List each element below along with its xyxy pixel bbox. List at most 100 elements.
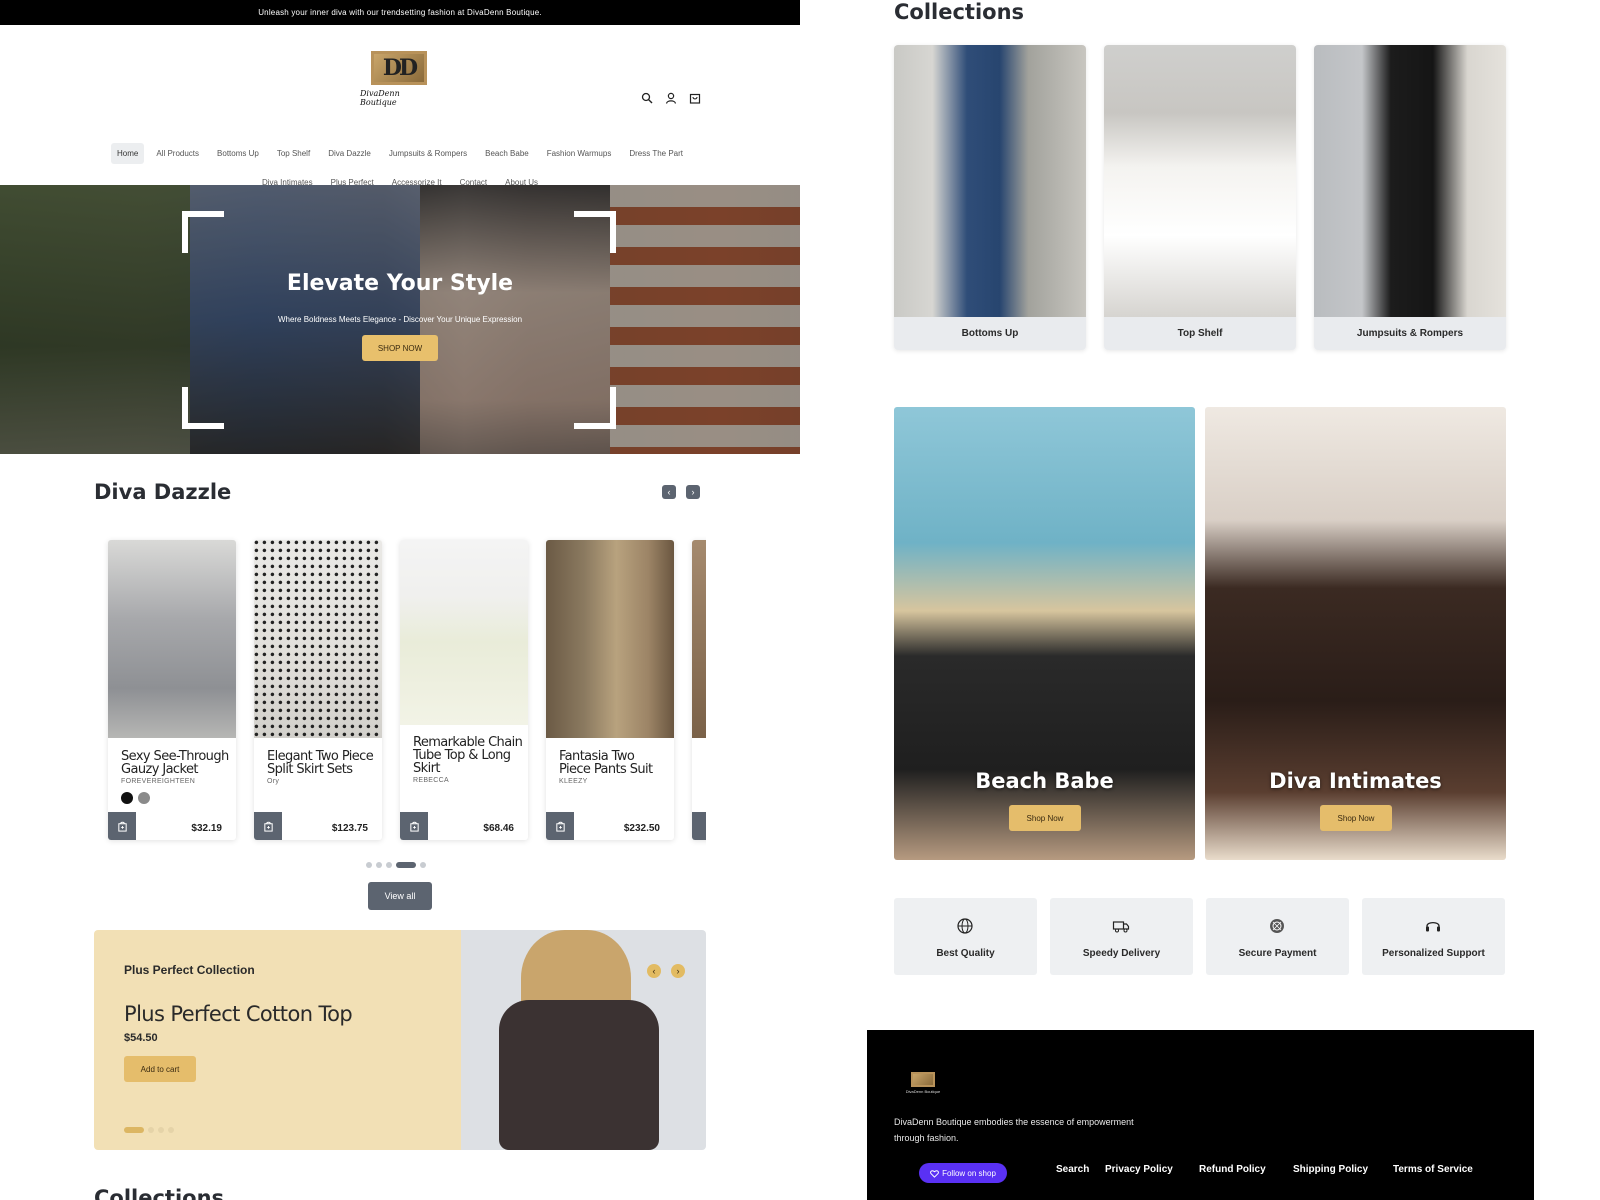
pagination-dot[interactable] xyxy=(386,862,392,868)
hero-frame-corner xyxy=(182,387,224,429)
footer-logo-text: DivaDenn Boutique xyxy=(905,1089,941,1094)
pagination-dot[interactable] xyxy=(366,862,372,868)
pagination-dot[interactable] xyxy=(376,862,382,868)
follow-on-shop-button[interactable]: Follow on shop xyxy=(919,1163,1007,1183)
hero-frame-corner xyxy=(574,211,616,253)
slide-next-button[interactable]: › xyxy=(671,964,685,978)
nav-beach-babe[interactable]: Beach Babe xyxy=(479,143,535,164)
nav-diva-dazzle[interactable]: Diva Dazzle xyxy=(322,143,377,164)
collection-label: Top Shelf xyxy=(1104,317,1296,350)
add-to-cart-button[interactable] xyxy=(254,812,282,840)
footer-link-search[interactable]: Search xyxy=(1056,1164,1105,1175)
carousel-prev-button[interactable]: ‹ xyxy=(662,485,676,499)
footer-link-privacy-policy[interactable]: Privacy Policy xyxy=(1105,1164,1199,1175)
product-name[interactable]: Remarkable Chain Tube Top & Long Skirt xyxy=(413,736,523,775)
pagination-dot-active[interactable] xyxy=(124,1127,144,1133)
add-to-cart-button[interactable] xyxy=(546,812,574,840)
collection-card-top-shelf[interactable]: Top Shelf xyxy=(1104,45,1296,350)
product-card[interactable]: Sexy See-Through Gauzy Jacket FOREVEREIG… xyxy=(108,540,236,840)
plus-perfect-eyebrow: Plus Perfect Collection xyxy=(124,963,255,977)
product-price: $123.75 xyxy=(331,823,368,834)
perk-speedy-delivery: Speedy Delivery xyxy=(1050,898,1193,975)
product-card[interactable]: Elegant Two Piece Split Skirt Sets Ory $… xyxy=(254,540,382,840)
pagination-dot[interactable] xyxy=(168,1127,174,1133)
main-nav-row-1: Home All Products Bottoms Up Top Shelf D… xyxy=(0,143,800,164)
product-image[interactable] xyxy=(692,540,706,738)
diva-dazzle-title: Diva Dazzle xyxy=(94,480,232,504)
featured-beach-babe[interactable]: Beach Babe Shop Now xyxy=(894,407,1195,860)
product-card-partial[interactable] xyxy=(692,540,706,840)
cart-icon[interactable] xyxy=(688,91,702,105)
collection-card-jumpsuits-rompers[interactable]: Jumpsuits & Rompers xyxy=(1314,45,1506,350)
swatch-gray[interactable] xyxy=(138,792,150,804)
product-image[interactable] xyxy=(108,540,236,738)
collection-label: Bottoms Up xyxy=(894,317,1086,350)
add-to-cart-button[interactable]: Add to cart xyxy=(124,1056,196,1082)
product-brand: REBECCA xyxy=(413,777,449,784)
color-swatches xyxy=(121,792,150,804)
shop-now-button[interactable]: Shop Now xyxy=(1320,805,1392,831)
logo-text: DivaDenn Boutique xyxy=(360,89,400,107)
chevron-right-icon: › xyxy=(691,487,695,497)
footer-link-shipping-policy[interactable]: Shipping Policy xyxy=(1293,1164,1393,1175)
truck-icon xyxy=(1111,916,1131,936)
nav-all-products[interactable]: All Products xyxy=(150,143,205,164)
add-to-cart-button[interactable] xyxy=(108,812,136,840)
nav-home[interactable]: Home xyxy=(111,143,145,164)
product-card[interactable]: Remarkable Chain Tube Top & Long Skirt R… xyxy=(400,540,528,840)
view-all-button[interactable]: View all xyxy=(368,882,432,910)
collection-card-bottoms-up[interactable]: Bottoms Up xyxy=(894,45,1086,350)
bag-icon xyxy=(117,821,127,832)
heart-icon xyxy=(930,1169,940,1178)
nav-jumpsuits-rompers[interactable]: Jumpsuits & Rompers xyxy=(383,143,473,164)
add-to-cart-button[interactable] xyxy=(692,812,706,840)
product-name[interactable]: Fantasia Two Piece Pants Suit xyxy=(559,750,669,776)
plus-perfect-image[interactable] xyxy=(461,930,706,1150)
collections-title-cut-off: Collections xyxy=(94,1186,225,1200)
site-header: DD DivaDenn Boutique Home All Products B… xyxy=(0,25,800,187)
nav-fashion-warmups[interactable]: Fashion Warmups xyxy=(541,143,618,164)
collection-image xyxy=(894,45,1086,317)
perk-personalized-support: Personalized Support xyxy=(1362,898,1505,975)
pagination-dot[interactable] xyxy=(158,1127,164,1133)
swatch-black[interactable] xyxy=(121,792,133,804)
shop-now-button[interactable]: Shop Now xyxy=(1009,805,1081,831)
product-price: $68.46 xyxy=(483,823,514,834)
site-logo[interactable]: DD DivaDenn Boutique xyxy=(360,51,438,125)
product-carousel: Sexy See-Through Gauzy Jacket FOREVEREIG… xyxy=(94,530,706,848)
product-name[interactable]: Sexy See-Through Gauzy Jacket xyxy=(121,750,231,776)
slide-prev-button[interactable]: ‹ xyxy=(647,964,661,978)
product-image[interactable] xyxy=(254,540,382,738)
footer-link-terms-of-service[interactable]: Terms of Service xyxy=(1393,1164,1473,1175)
nav-top-shelf[interactable]: Top Shelf xyxy=(271,143,316,164)
add-to-cart-button[interactable] xyxy=(400,812,428,840)
account-icon[interactable] xyxy=(664,91,678,105)
plus-perfect-product-title[interactable]: Plus Perfect Cotton Top xyxy=(124,1002,353,1026)
perk-label: Best Quality xyxy=(936,948,995,959)
search-icon[interactable] xyxy=(640,91,654,105)
plus-perfect-banner: Plus Perfect Collection Plus Perfect Cot… xyxy=(94,930,706,1150)
perk-label: Personalized Support xyxy=(1382,948,1485,959)
plus-perfect-info: Plus Perfect Collection Plus Perfect Cot… xyxy=(94,930,461,1150)
carousel-next-button[interactable]: › xyxy=(686,485,700,499)
collections-page: Collections Bottoms Up Top Shelf Jumpsui… xyxy=(800,0,1600,1200)
footer-logo[interactable]: DivaDenn Boutique xyxy=(905,1072,941,1096)
pagination-dot[interactable] xyxy=(420,862,426,868)
product-image[interactable] xyxy=(400,540,528,725)
perk-label: Speedy Delivery xyxy=(1082,948,1161,959)
header-actions xyxy=(640,91,702,105)
footer-description: DivaDenn Boutique embodies the essence o… xyxy=(894,1117,1134,1143)
product-image[interactable] xyxy=(546,540,674,738)
product-name[interactable]: Elegant Two Piece Split Skirt Sets xyxy=(267,750,377,776)
nav-bottoms-up[interactable]: Bottoms Up xyxy=(211,143,265,164)
plus-perfect-pagination xyxy=(124,1127,174,1133)
hero-shop-now-button[interactable]: SHOP NOW xyxy=(362,335,438,361)
product-card[interactable]: Fantasia Two Piece Pants Suit KLEEZY $23… xyxy=(546,540,674,840)
pagination-dot-active[interactable] xyxy=(396,862,416,868)
footer-link-refund-policy[interactable]: Refund Policy xyxy=(1199,1164,1293,1175)
perk-best-quality: Best Quality xyxy=(894,898,1037,975)
featured-diva-intimates[interactable]: Diva Intimates Shop Now xyxy=(1205,407,1506,860)
nav-dress-the-part[interactable]: Dress The Part xyxy=(623,143,689,164)
pagination-dot[interactable] xyxy=(148,1127,154,1133)
hero-frame-corner xyxy=(182,211,224,253)
